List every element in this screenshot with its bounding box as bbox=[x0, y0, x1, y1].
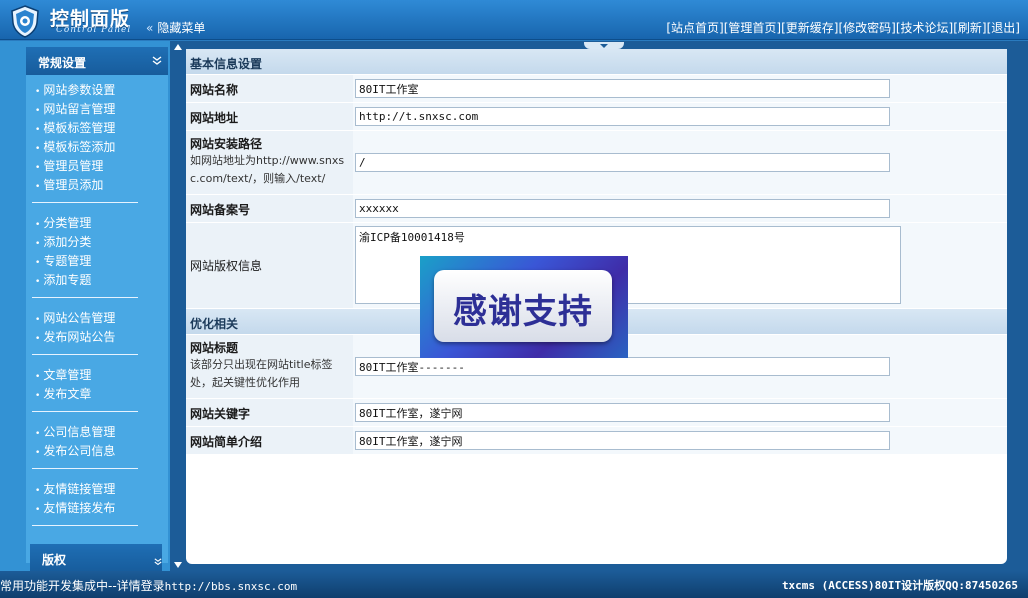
install-path-input[interactable] bbox=[355, 153, 890, 172]
double-chevron-down-icon bbox=[152, 56, 162, 65]
sidebar-copyright-heading[interactable]: 版权 bbox=[30, 544, 162, 572]
status-footer: 常用功能开发集成中--详情登录http://bbs.snxsc.com txcm… bbox=[0, 571, 1028, 598]
sidebar-divider bbox=[32, 468, 138, 469]
install-path-note: 如网站地址为http://www.snxsc.com/text/，则输入/tex… bbox=[190, 154, 345, 185]
install-path-cell bbox=[353, 131, 1007, 194]
collapse-header-toggle[interactable] bbox=[584, 42, 624, 49]
footer-dev-notice: 常用功能开发集成中--详情登录 bbox=[0, 579, 165, 593]
scroll-down-arrow-icon[interactable] bbox=[174, 562, 182, 568]
hide-menu-label: 隐藏菜单 bbox=[157, 21, 206, 35]
icp-cell bbox=[353, 195, 1007, 222]
nav-admin-home[interactable]: [管理首页] bbox=[724, 21, 781, 35]
thanks-badge-plate: 感谢支持 bbox=[434, 270, 612, 342]
top-header: 控制面版 Control Panel «隐藏菜单 [站点首页][管理首页][更新… bbox=[0, 0, 1028, 40]
sidebar-item-add-category[interactable]: 添加分类 bbox=[35, 233, 91, 250]
sidebar-item-publish-notice[interactable]: 发布网站公告 bbox=[35, 328, 115, 345]
row-description: 网站简单介绍 bbox=[186, 427, 1007, 455]
sidebar-divider bbox=[32, 202, 138, 203]
section-heading-basic: 基本信息设置 bbox=[186, 49, 1007, 75]
sidebar-heading-label: 常规设置 bbox=[38, 56, 87, 70]
sidebar-item-add-admin[interactable]: 管理员添加 bbox=[35, 176, 103, 193]
nav-change-password[interactable]: [修改密码] bbox=[839, 21, 896, 35]
sidebar-divider bbox=[32, 354, 138, 355]
sidebar-item-topic-manage[interactable]: 专题管理 bbox=[35, 252, 91, 269]
sidebar-divider bbox=[32, 411, 138, 412]
sidebar-menu-panel: 网站参数设置 网站留言管理 模板标签管理 模板标签添加 管理员管理 管理员添加 … bbox=[26, 75, 168, 563]
sidebar-item-site-params[interactable]: 网站参数设置 bbox=[35, 81, 115, 98]
double-chevron-left-icon: « bbox=[146, 21, 154, 35]
install-path-label-cell: 网站安装路径 如网站地址为http://www.snxsc.com/text/，… bbox=[186, 131, 352, 194]
sidebar-divider bbox=[32, 297, 138, 298]
thanks-badge-text: 感谢支持 bbox=[453, 292, 593, 332]
nav-tech-forum[interactable]: [技术论坛] bbox=[896, 21, 953, 35]
shield-logo-icon bbox=[11, 5, 39, 38]
footer-copyright: txcms (ACCESS)80IT设计版权QQ:87450265 bbox=[781, 579, 1018, 592]
seo-title-input[interactable] bbox=[355, 357, 890, 376]
seo-title-note: 该部分只出现在网站title标签处，起关键性优化作用 bbox=[190, 358, 333, 389]
sidebar-item-publish-company-info[interactable]: 发布公司信息 bbox=[35, 442, 115, 459]
sidebar-item-links-manage[interactable]: 友情链接管理 bbox=[35, 480, 115, 497]
keywords-cell bbox=[353, 399, 1007, 426]
nav-update-cache[interactable]: [更新缓存] bbox=[781, 21, 838, 35]
app-subtitle: Control Panel bbox=[56, 25, 132, 35]
footer-forum-link[interactable]: http://bbs.snxsc.com bbox=[165, 580, 297, 593]
sidebar-item-template-tags[interactable]: 模板标签管理 bbox=[35, 119, 115, 136]
row-install-path: 网站安装路径 如网站地址为http://www.snxsc.com/text/，… bbox=[186, 131, 1007, 195]
nav-logout[interactable]: [退出] bbox=[987, 21, 1020, 35]
site-name-cell bbox=[353, 75, 1007, 102]
sidebar-heading[interactable]: 常规设置 bbox=[26, 47, 168, 75]
sidebar-item-category-manage[interactable]: 分类管理 bbox=[35, 214, 91, 231]
sidebar-item-publish-link[interactable]: 友情链接发布 bbox=[35, 499, 115, 516]
keywords-label: 网站关键字 bbox=[190, 407, 251, 421]
description-label: 网站简单介绍 bbox=[190, 435, 263, 449]
nav-site-home[interactable]: [站点首页] bbox=[666, 21, 723, 35]
thanks-overlay-badge: 感谢支持 bbox=[420, 256, 628, 358]
site-url-label: 网站地址 bbox=[190, 111, 239, 125]
hide-menu-link[interactable]: «隐藏菜单 bbox=[146, 19, 205, 36]
copyright-label: 网站版权信息 bbox=[190, 259, 263, 273]
sidebar-divider bbox=[32, 525, 138, 526]
site-name-label: 网站名称 bbox=[190, 83, 239, 97]
seo-title-label: 网站标题 bbox=[190, 341, 239, 355]
top-nav: [站点首页][管理首页][更新缓存][修改密码][技术论坛][刷新][退出] bbox=[666, 19, 1020, 36]
sidebar-scroll-strip[interactable] bbox=[170, 41, 186, 571]
sidebar-copyright-label: 版权 bbox=[42, 553, 67, 567]
seo-title-label-cell: 网站标题 该部分只出现在网站title标签处，起关键性优化作用 bbox=[186, 335, 352, 398]
logo: 控制面版 Control Panel bbox=[4, 2, 144, 38]
scroll-up-arrow-icon[interactable] bbox=[174, 44, 182, 50]
row-icp: 网站备案号 bbox=[186, 195, 1007, 223]
sidebar-item-add-topic[interactable]: 添加专题 bbox=[35, 271, 91, 288]
nav-refresh[interactable]: [刷新] bbox=[953, 21, 986, 35]
form-table: 基本信息设置 网站名称 网站地址 网站安装路径 如网站地址为http://www… bbox=[186, 49, 1007, 455]
sidebar-item-add-template-tag[interactable]: 模板标签添加 bbox=[35, 138, 115, 155]
sidebar: 常规设置 网站参数设置 网站留言管理 模板标签管理 模板标签添加 管理员管理 管… bbox=[0, 41, 170, 572]
site-name-input[interactable] bbox=[355, 79, 890, 98]
double-chevron-down-icon bbox=[154, 558, 162, 566]
sidebar-item-admin-manage[interactable]: 管理员管理 bbox=[35, 157, 103, 174]
description-input[interactable] bbox=[355, 431, 890, 450]
sidebar-item-publish-article[interactable]: 发布文章 bbox=[35, 385, 91, 402]
sidebar-item-messages[interactable]: 网站留言管理 bbox=[35, 100, 115, 117]
footer-left: 常用功能开发集成中--详情登录http://bbs.snxsc.com bbox=[0, 577, 297, 594]
install-path-label: 网站安装路径 bbox=[190, 137, 263, 151]
sidebar-item-article-manage[interactable]: 文章管理 bbox=[35, 366, 91, 383]
icp-input[interactable] bbox=[355, 199, 890, 218]
keywords-input[interactable] bbox=[355, 403, 890, 422]
row-site-name: 网站名称 bbox=[186, 75, 1007, 103]
sidebar-item-company-info-manage[interactable]: 公司信息管理 bbox=[35, 423, 115, 440]
site-url-cell bbox=[353, 103, 1007, 130]
row-site-url: 网站地址 bbox=[186, 103, 1007, 131]
description-cell bbox=[353, 427, 1007, 454]
icp-label: 网站备案号 bbox=[190, 203, 251, 217]
sidebar-item-notice-manage[interactable]: 网站公告管理 bbox=[35, 309, 115, 326]
site-url-input[interactable] bbox=[355, 107, 890, 126]
row-keywords: 网站关键字 bbox=[186, 399, 1007, 427]
